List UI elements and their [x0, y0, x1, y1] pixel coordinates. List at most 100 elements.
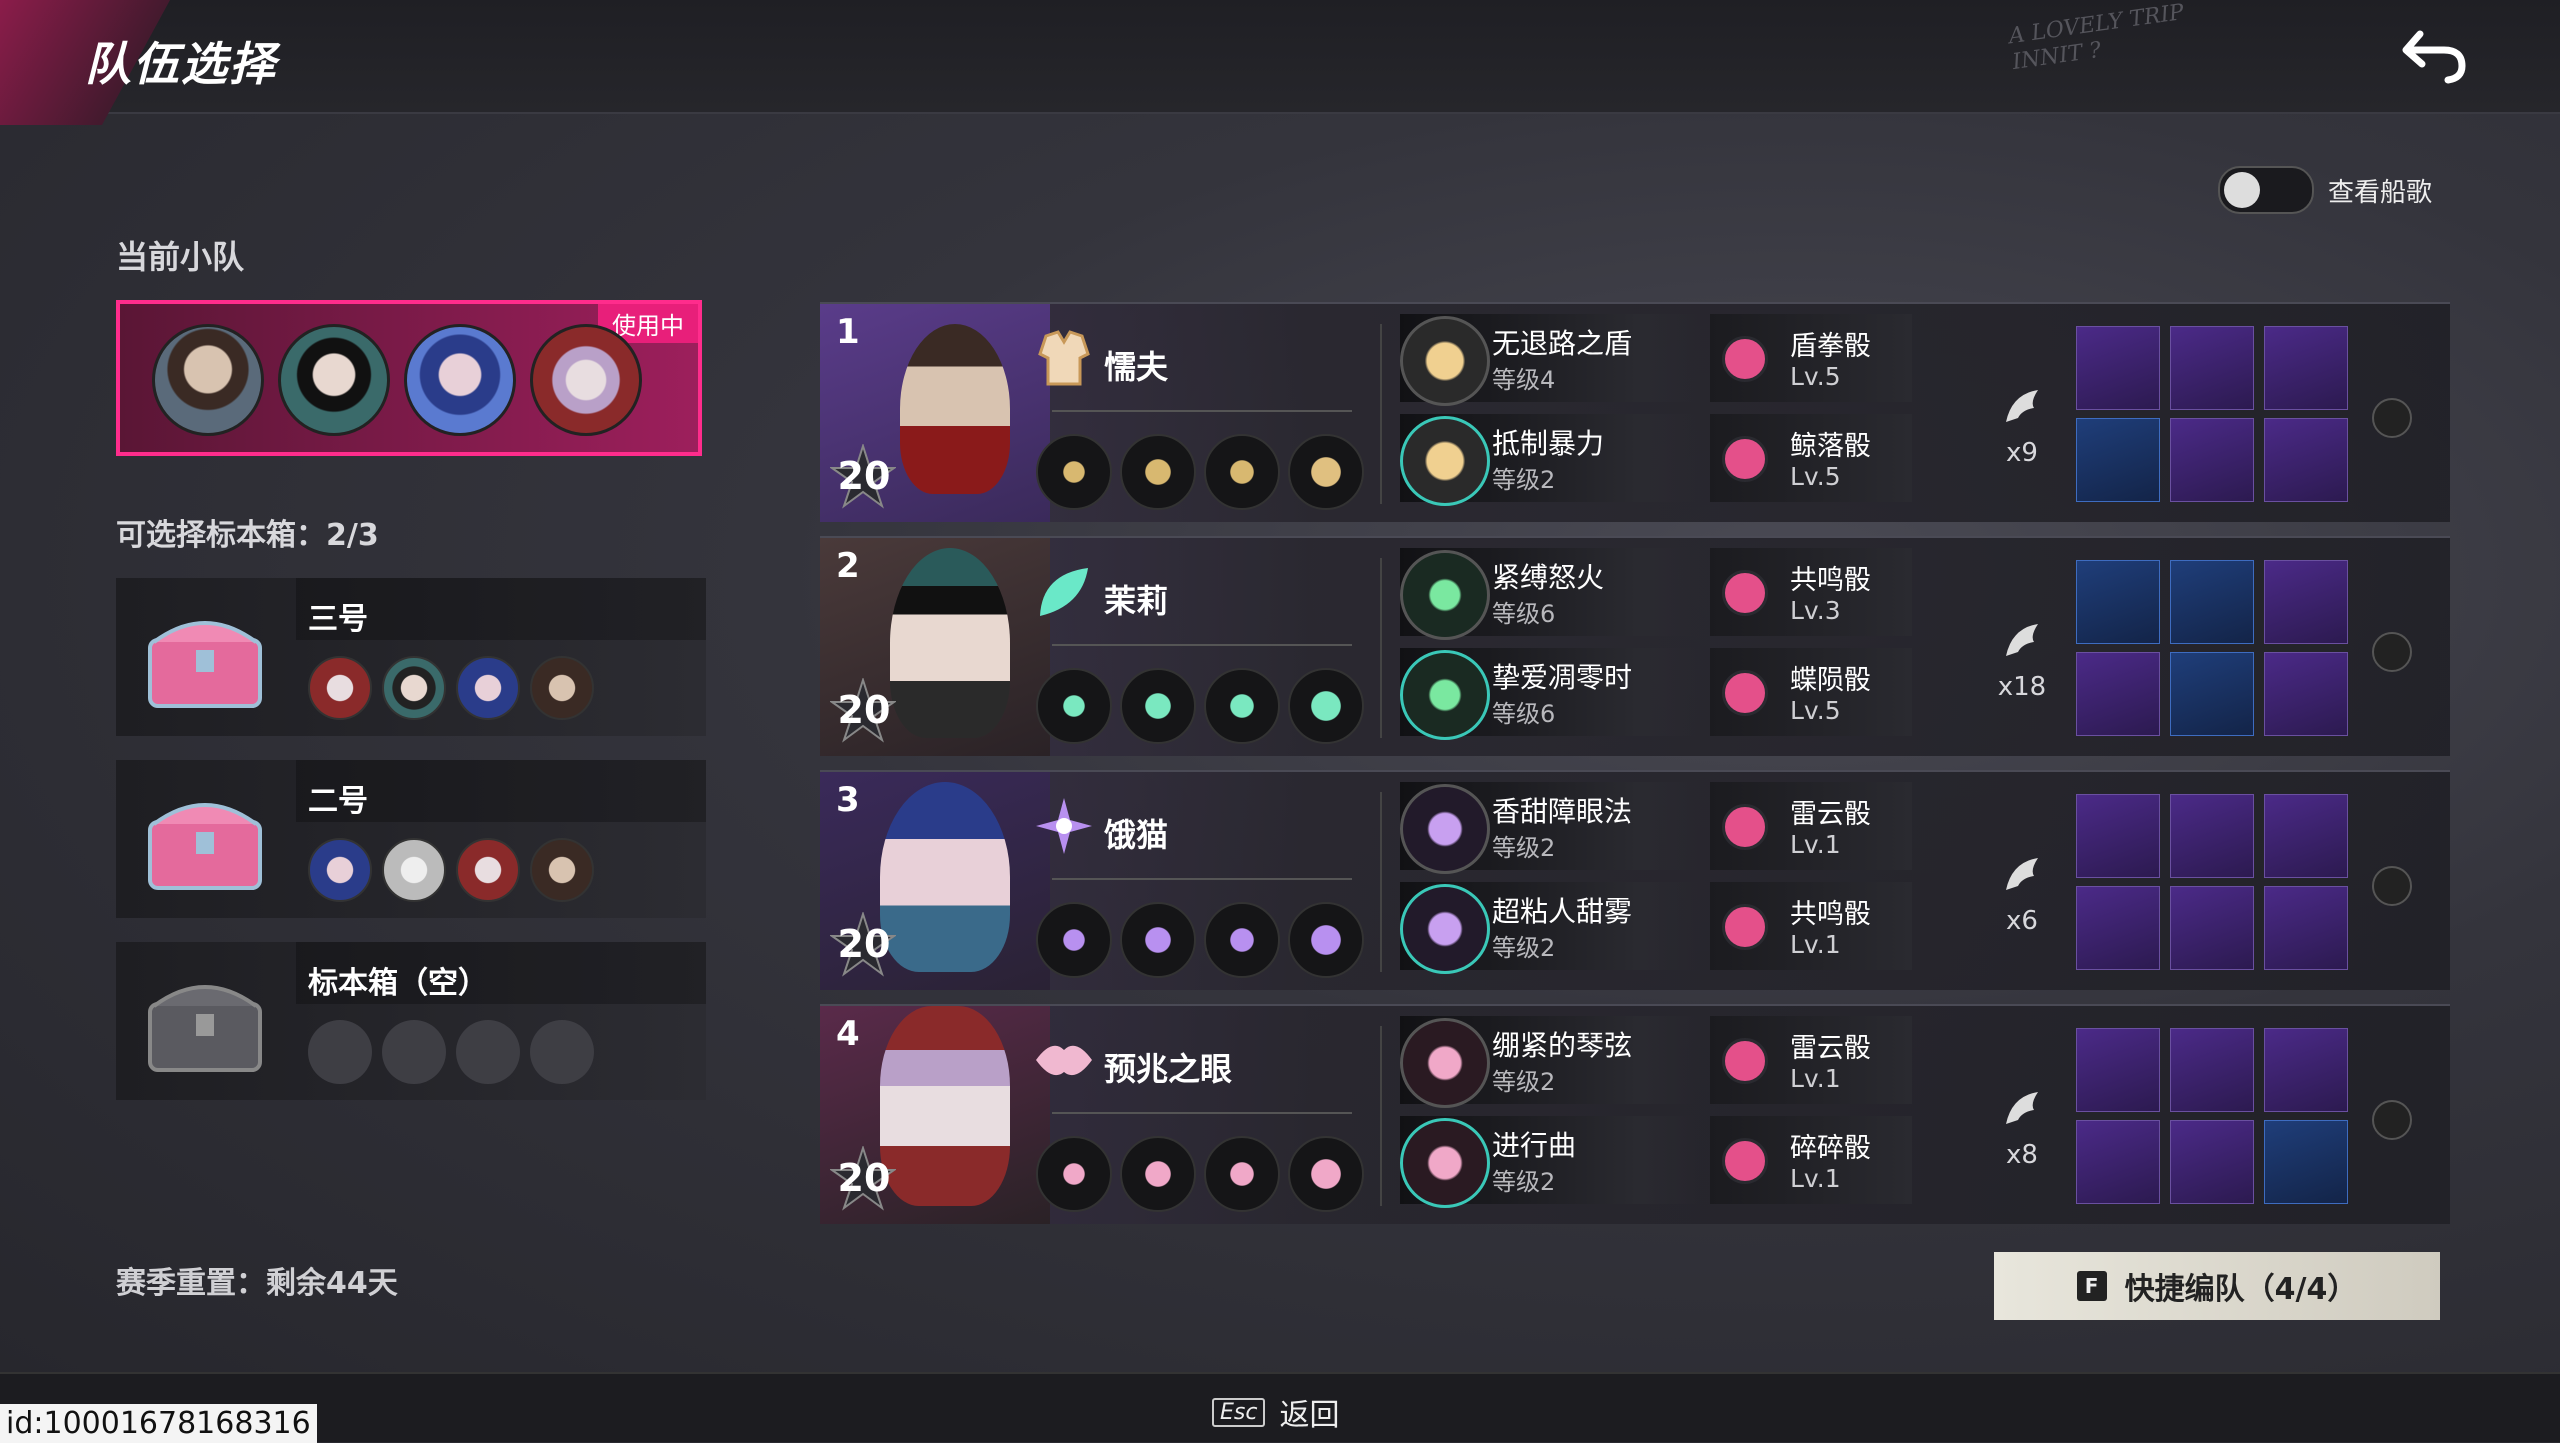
ship-song-toggle[interactable]: 查看船歌: [2218, 166, 2432, 214]
skill-icon[interactable]: [1288, 902, 1364, 978]
equipment-slot[interactable]: [2170, 794, 2254, 878]
character-name: 饿猫: [1104, 816, 1169, 854]
magnify-icon[interactable]: [2372, 632, 2412, 672]
skill-icon[interactable]: [1204, 1136, 1280, 1212]
quick-team-button[interactable]: F 快捷编队（4/4）: [1994, 1252, 2440, 1320]
equipment-slot[interactable]: [2264, 652, 2348, 736]
magnify-icon[interactable]: [2372, 866, 2412, 906]
equipment-slot[interactable]: [2170, 326, 2254, 410]
equipment-slot[interactable]: [2170, 560, 2254, 644]
skill-icon[interactable]: [1120, 902, 1196, 978]
skill-icon[interactable]: [1036, 1136, 1112, 1212]
character-row-2[interactable]: 2 20 茉莉 紧缚怒火 等级6 挚爱凋零时 等级6 共鸣骰 Lv.3 蝶陨骰 …: [820, 536, 2450, 756]
skill-icon[interactable]: [1288, 668, 1364, 744]
trait-item[interactable]: 超粘人甜雾 等级2: [1400, 882, 1698, 974]
skill-icon[interactable]: [1120, 1136, 1196, 1212]
skill-icon[interactable]: [1204, 902, 1280, 978]
trait-item[interactable]: 挚爱凋零时 等级6: [1400, 648, 1698, 740]
trait-level: 等级2: [1492, 934, 1556, 962]
box-title: 二号: [308, 784, 368, 819]
trait-item[interactable]: 紧缚怒火 等级6: [1400, 548, 1698, 640]
esc-key-icon: Esc: [1212, 1397, 1266, 1427]
dice-item[interactable]: 盾拳骰 Lv.5: [1710, 314, 1912, 402]
equipment-slot[interactable]: [2076, 1028, 2160, 1112]
equipment-slot[interactable]: [2076, 560, 2160, 644]
dice-item[interactable]: 碎碎骰 Lv.1: [1710, 1116, 1912, 1204]
dice-item[interactable]: 蝶陨骰 Lv.5: [1710, 648, 1912, 736]
character-row-1[interactable]: 1 20 懦夫 无退路之盾 等级4 抵制暴力 等级2 盾拳骰 Lv.5 鲸落骰 …: [820, 302, 2450, 522]
specimen-box-3[interactable]: 三号: [116, 578, 706, 736]
row-divider: [1380, 558, 1382, 738]
empty-slot: [456, 1020, 520, 1084]
skill-icon[interactable]: [1204, 668, 1280, 744]
specimen-box-2[interactable]: 二号: [116, 760, 706, 918]
skill-icon[interactable]: [1036, 434, 1112, 510]
trait-level: 等级2: [1492, 834, 1556, 862]
magnify-icon[interactable]: [2372, 1100, 2412, 1140]
current-team-card[interactable]: 使用中: [116, 300, 702, 456]
equipment-slot[interactable]: [2264, 560, 2348, 644]
equipment-slot[interactable]: [2264, 418, 2348, 502]
pink-chest-icon: [148, 621, 262, 708]
magnify-icon[interactable]: [2372, 398, 2412, 438]
jasmine-portrait: [278, 324, 390, 436]
vest-icon: [1038, 330, 1090, 386]
equipment-slot[interactable]: [2076, 886, 2160, 970]
box-count-label: 可选择标本箱：2/3: [116, 518, 379, 553]
trait-item[interactable]: 抵制暴力 等级2: [1400, 414, 1698, 506]
character-row-3[interactable]: 3 20 饿猫 香甜障眼法 等级2 超粘人甜雾 等级2 雷云骰 Lv.1 共鸣骰…: [820, 770, 2450, 990]
equipment-slot[interactable]: [2170, 1028, 2254, 1112]
dice-item[interactable]: 共鸣骰 Lv.1: [1710, 882, 1912, 970]
dice-item[interactable]: 共鸣骰 Lv.3: [1710, 548, 1912, 636]
trait-item[interactable]: 进行曲 等级2: [1400, 1116, 1698, 1208]
skill-icon[interactable]: [1288, 434, 1364, 510]
equipment-slot[interactable]: [2076, 326, 2160, 410]
dice-item[interactable]: 雷云骰 Lv.1: [1710, 782, 1912, 870]
trait-item[interactable]: 香甜障眼法 等级2: [1400, 782, 1698, 874]
equipment-slot[interactable]: [2170, 418, 2254, 502]
dice-item[interactable]: 雷云骰 Lv.1: [1710, 1016, 1912, 1104]
equipment-slot[interactable]: [2076, 418, 2160, 502]
scribble-text: A LOVELY TRIP INNIT ?: [2007, 0, 2186, 76]
multiplier-count: x18: [1997, 672, 2047, 702]
trait-item[interactable]: 无退路之盾 等级4: [1400, 314, 1698, 406]
equipment-slot[interactable]: [2264, 1120, 2348, 1204]
dice-icon: [1722, 336, 1768, 382]
skill-icon[interactable]: [1036, 902, 1112, 978]
skill-icon[interactable]: [1120, 434, 1196, 510]
esc-back-button[interactable]: Esc 返回: [1212, 1390, 1339, 1434]
equipment-slot[interactable]: [2264, 886, 2348, 970]
equipment-slot[interactable]: [2264, 1028, 2348, 1112]
equipment-slot[interactable]: [2170, 652, 2254, 736]
shield-handshake-icon: [1400, 316, 1490, 406]
equipment-slot[interactable]: [2264, 326, 2348, 410]
head-silhouette-icon: [1400, 784, 1490, 874]
equipment-slot[interactable]: [2076, 1120, 2160, 1204]
row-divider: [1380, 1026, 1382, 1206]
skill-icon[interactable]: [1204, 434, 1280, 510]
dice-level: Lv.1: [1790, 1064, 1841, 1093]
equipment-slot[interactable]: [2170, 886, 2254, 970]
skill-icon[interactable]: [1288, 1136, 1364, 1212]
specimen-box-empty[interactable]: 标本箱（空）: [116, 942, 706, 1100]
toggle-switch[interactable]: [2218, 166, 2314, 214]
multiplier-count: x6: [2006, 906, 2038, 936]
character-row-4[interactable]: 4 20 预兆之眼 绷紧的琴弦 等级2 进行曲 等级2 雷云骰 Lv.1 碎碎骰…: [820, 1004, 2450, 1224]
pink-chest-icon: [148, 803, 262, 890]
equipment-slot[interactable]: [2076, 652, 2160, 736]
multiplier-count: x8: [2006, 1140, 2038, 1170]
mini-jasmine: [382, 656, 446, 720]
trait-name: 进行曲: [1492, 1129, 1577, 1162]
character-level: 20: [837, 688, 891, 732]
dice-item[interactable]: 鲸落骰 Lv.5: [1710, 414, 1912, 502]
skill-icon[interactable]: [1036, 668, 1112, 744]
skill-icon[interactable]: [1120, 668, 1196, 744]
coward-portrait: [152, 324, 264, 436]
undo-arrow-icon[interactable]: [2400, 26, 2470, 88]
dice-name: 雷云骰: [1790, 799, 1871, 830]
equipment-slot[interactable]: [2076, 794, 2160, 878]
equipment-slot[interactable]: [2264, 794, 2348, 878]
trait-item[interactable]: 绷紧的琴弦 等级2: [1400, 1016, 1698, 1108]
equipment-slot[interactable]: [2170, 1120, 2254, 1204]
hungry-cat-portrait: [404, 324, 516, 436]
